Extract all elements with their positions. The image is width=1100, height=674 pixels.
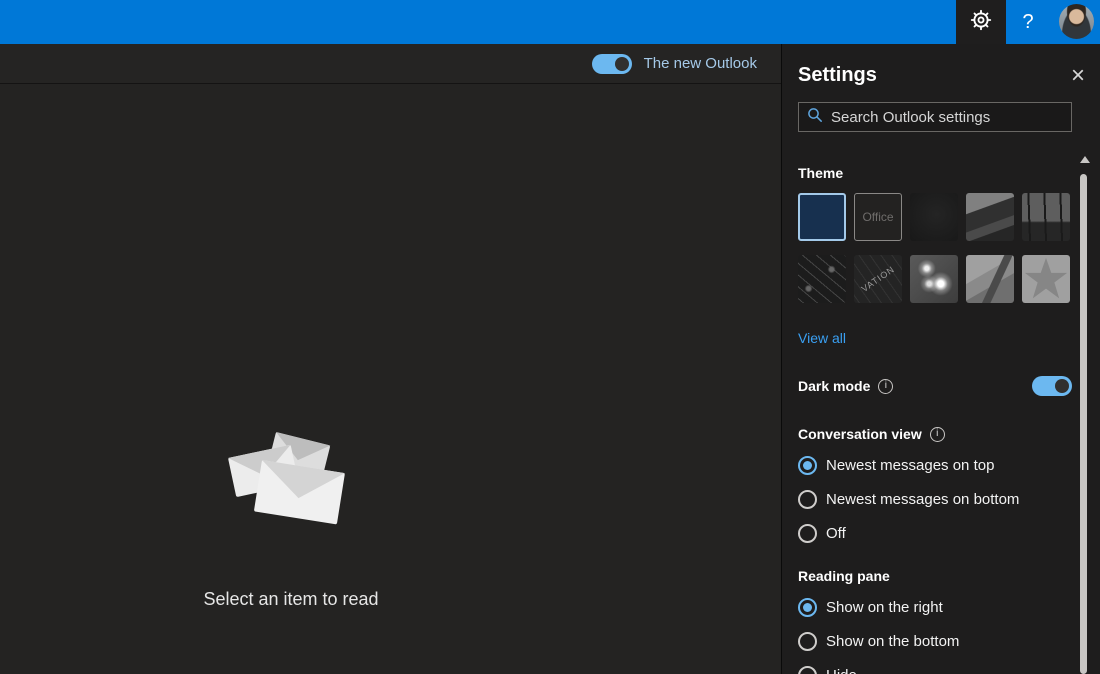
radio-label: Hide bbox=[826, 667, 857, 674]
info-icon[interactable]: i bbox=[930, 427, 945, 442]
radio-show-on-right[interactable]: Show on the right bbox=[798, 596, 1072, 618]
radio-conversation-off[interactable]: Off bbox=[798, 522, 1072, 544]
theme-tile-night-lights-photo[interactable] bbox=[910, 255, 958, 303]
radio-label: Show on the bottom bbox=[826, 633, 959, 650]
info-icon[interactable]: i bbox=[878, 379, 893, 394]
settings-title: Settings bbox=[798, 64, 877, 87]
view-all-link[interactable]: View all bbox=[798, 330, 846, 346]
radio-button[interactable] bbox=[798, 456, 817, 475]
radio-label: Newest messages on bottom bbox=[826, 491, 1019, 508]
radio-button[interactable] bbox=[798, 524, 817, 543]
settings-search-input[interactable] bbox=[831, 109, 1063, 126]
search-icon bbox=[807, 107, 823, 128]
new-outlook-toggle[interactable] bbox=[592, 54, 632, 74]
new-outlook-label: The new Outlook bbox=[644, 55, 757, 72]
radio-dot bbox=[803, 461, 812, 470]
radio-label: Off bbox=[826, 525, 846, 542]
reading-pane-heading: Reading pane bbox=[798, 568, 1072, 584]
radio-show-on-bottom[interactable]: Show on the bottom bbox=[798, 630, 1072, 652]
settings-panel: Settings × Theme Office VATION bbox=[781, 44, 1100, 674]
theme-tile-dark[interactable] bbox=[910, 193, 958, 241]
theme-tile-dark-blue[interactable] bbox=[798, 193, 846, 241]
theme-heading: Theme bbox=[798, 165, 1072, 181]
scrollbar-thumb[interactable] bbox=[1080, 174, 1087, 674]
radio-button[interactable] bbox=[798, 632, 817, 651]
help-button[interactable]: ? bbox=[1008, 0, 1048, 44]
radio-button[interactable] bbox=[798, 666, 817, 674]
radio-button[interactable] bbox=[798, 598, 817, 617]
dark-mode-label: Dark mode bbox=[798, 378, 870, 394]
conversation-view-header: Conversation view i bbox=[798, 426, 1072, 442]
radio-newest-on-top[interactable]: Newest messages on top bbox=[798, 454, 1072, 476]
scroll-up-arrow-icon[interactable] bbox=[1080, 156, 1090, 163]
settings-scroll-content: Theme Office VATION View all Dark mode i bbox=[782, 150, 1100, 674]
radio-label: Show on the right bbox=[826, 599, 943, 616]
theme-tile-palm-trees-photo[interactable] bbox=[1022, 193, 1070, 241]
radio-label: Newest messages on top bbox=[826, 457, 994, 474]
close-icon[interactable]: × bbox=[1071, 67, 1085, 85]
theme-tile-grid: Office VATION bbox=[798, 193, 1072, 303]
radio-newest-on-bottom[interactable]: Newest messages on bottom bbox=[798, 488, 1072, 510]
star-icon bbox=[1024, 257, 1068, 301]
gear-icon bbox=[970, 9, 992, 36]
envelopes-illustration bbox=[176, 428, 406, 538]
empty-state: Select an item to read bbox=[176, 428, 406, 610]
theme-tile-elevation-label: VATION bbox=[859, 264, 896, 294]
radio-button[interactable] bbox=[798, 490, 817, 509]
theme-tile-office[interactable]: Office bbox=[854, 193, 902, 241]
theme-tile-star[interactable] bbox=[1022, 255, 1070, 303]
empty-state-text: Select an item to read bbox=[176, 589, 406, 610]
mail-toolbar: The new Outlook bbox=[0, 44, 781, 84]
radio-dot bbox=[803, 603, 812, 612]
settings-header: Settings × bbox=[782, 44, 1100, 87]
dark-mode-row: Dark mode i bbox=[798, 376, 1072, 396]
theme-tile-circuit-board-photo[interactable] bbox=[798, 255, 846, 303]
conversation-view-heading: Conversation view bbox=[798, 426, 922, 442]
reading-pane-area: Select an item to read bbox=[0, 85, 781, 674]
settings-search-box[interactable] bbox=[798, 102, 1072, 132]
theme-tile-mountains-photo[interactable] bbox=[966, 193, 1014, 241]
theme-tile-abstract-waves[interactable] bbox=[966, 255, 1014, 303]
dark-mode-toggle[interactable] bbox=[1032, 376, 1072, 396]
toggle-knob bbox=[1055, 379, 1069, 393]
theme-tile-office-label: Office bbox=[862, 210, 893, 224]
radio-hide[interactable]: Hide bbox=[798, 664, 1072, 674]
settings-gear-button[interactable] bbox=[956, 0, 1006, 44]
theme-tile-elevation-map-photo[interactable]: VATION bbox=[854, 255, 902, 303]
user-avatar[interactable] bbox=[1059, 4, 1094, 39]
top-app-bar: ? bbox=[0, 0, 1100, 44]
help-icon: ? bbox=[1022, 11, 1033, 34]
settings-scrollbar[interactable] bbox=[1080, 150, 1088, 674]
toggle-knob bbox=[615, 57, 629, 71]
